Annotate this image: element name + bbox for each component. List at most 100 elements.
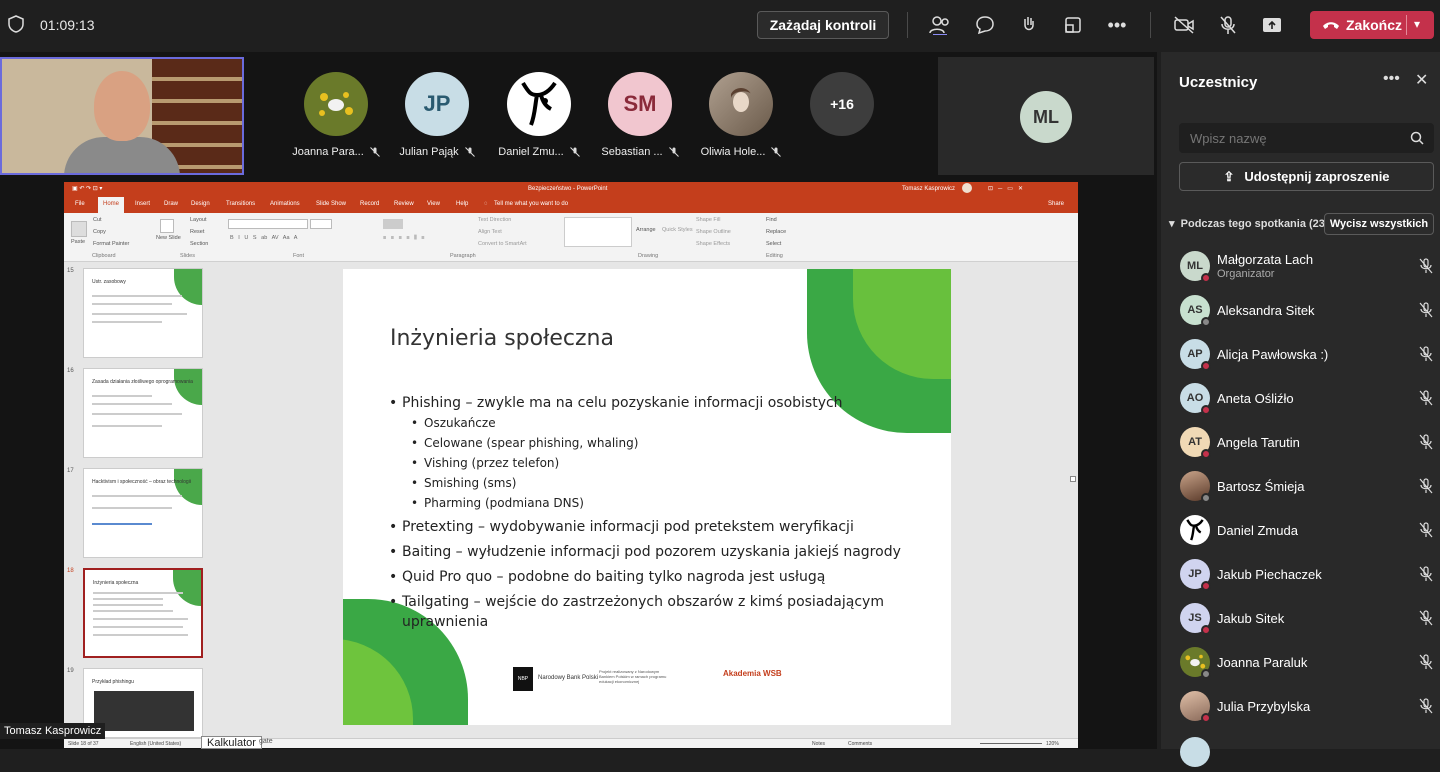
quick-access-icons[interactable]: ▣ ↶ ↷ ⊡ ▾	[72, 185, 102, 192]
align-text-button[interactable]: Align Text	[478, 229, 502, 235]
new-slide-button[interactable]: New Slide	[156, 235, 181, 241]
chevron-down-icon[interactable]: ▾	[1414, 17, 1420, 31]
mic-off-icon[interactable]	[1418, 434, 1434, 450]
section-header[interactable]: ▾ Podczas tego spotkania (23)	[1169, 217, 1329, 230]
participant-row[interactable]: AS Aleksandra Sitek	[1179, 290, 1434, 330]
tab-review[interactable]: Review	[394, 201, 414, 207]
clipboard-icon[interactable]	[71, 221, 87, 237]
search-input[interactable]	[1179, 123, 1399, 153]
mic-off-icon[interactable]	[1418, 522, 1434, 538]
participant-row[interactable]: Julia Przybylska	[1179, 686, 1434, 726]
mic-off-icon[interactable]	[1418, 698, 1434, 714]
tab-slide-show[interactable]: Slide Show	[316, 201, 346, 207]
tab-transitions[interactable]: Transitions	[226, 201, 255, 207]
paragraph-align-buttons[interactable]: ≡ ≡ ≡ ≡ ⫼ ≡	[383, 235, 425, 242]
participant-row[interactable]: Joanna Paraluk	[1179, 642, 1434, 682]
camera-off-icon[interactable]	[1171, 12, 1197, 38]
mic-off-icon[interactable]	[1418, 654, 1434, 670]
convert-smartart-button[interactable]: Convert to SmartArt	[478, 241, 527, 247]
search-icon[interactable]	[1410, 131, 1424, 145]
mic-off-icon[interactable]	[1215, 12, 1241, 38]
copy-button[interactable]: Copy	[93, 229, 106, 235]
current-slide[interactable]: Inżynieria społeczna Phishing – zwykle m…	[343, 269, 951, 725]
tab-design[interactable]: Design	[191, 201, 210, 207]
select-button[interactable]: Select	[766, 241, 781, 247]
participant-row[interactable]: AT Angela Tarutin	[1179, 422, 1434, 462]
mic-off-icon[interactable]	[1418, 302, 1434, 318]
mic-off-icon[interactable]	[1418, 566, 1434, 582]
slide-thumbnail[interactable]: Hacktivism i społeczność – obraz technol…	[83, 468, 203, 558]
zoom-slider[interactable]	[980, 743, 1042, 744]
participant-row[interactable]: AP Alicja Pawłowska :)	[1179, 334, 1434, 374]
participant-tile[interactable]: SM Sebastian ...	[590, 72, 690, 158]
shape-outline-button[interactable]: Shape Outline	[696, 229, 731, 235]
share-invite-button[interactable]: ⇪ Udostępnij zaproszenie	[1179, 162, 1434, 191]
font-name-input[interactable]	[228, 219, 308, 229]
tell-me-search[interactable]: Tell me what you want to do	[494, 201, 568, 207]
comments-button[interactable]: Comments	[848, 741, 872, 747]
request-control-button[interactable]: Zażądaj kontroli	[757, 11, 889, 39]
leave-button[interactable]: Zakończ ▾	[1310, 11, 1434, 39]
close-icon[interactable]: ✕	[1415, 70, 1428, 90]
more-options-icon[interactable]: •••	[1104, 12, 1130, 38]
replace-button[interactable]: Replace	[766, 229, 786, 235]
people-icon[interactable]	[927, 12, 953, 38]
section-button[interactable]: Section	[190, 241, 208, 247]
cut-button[interactable]: Cut	[93, 217, 102, 223]
share-button[interactable]: Share	[1048, 201, 1064, 207]
language-indicator[interactable]: English (United States)	[130, 741, 181, 747]
participant-row[interactable]: AO Aneta Ośliźło	[1179, 378, 1434, 418]
slide-thumbnail[interactable]: Zasada działania złośliwego oprogramowan…	[83, 368, 203, 458]
tab-draw[interactable]: Draw	[164, 201, 178, 207]
participant-row[interactable]: Bartosz Śmieja	[1179, 466, 1434, 506]
participant-tile[interactable]: JP Julian Pająk	[387, 72, 487, 158]
tab-file[interactable]: File	[75, 201, 85, 207]
tab-view[interactable]: View	[427, 201, 440, 207]
more-participants[interactable]: +16	[792, 72, 892, 136]
shape-effects-button[interactable]: Shape Effects	[696, 241, 730, 247]
ppt-user-avatar[interactable]	[962, 183, 972, 193]
arrange-button[interactable]: Arrange	[636, 227, 656, 233]
reset-button[interactable]: Reset	[190, 229, 204, 235]
share-screen-icon[interactable]	[1259, 12, 1285, 38]
slide-thumbnail[interactable]: Ustr. zasobowy	[83, 268, 203, 358]
participant-row-partial[interactable]	[1179, 732, 1434, 772]
tab-help[interactable]: Help	[456, 201, 468, 207]
more-options-icon[interactable]: •••	[1383, 70, 1400, 88]
mic-off-icon[interactable]	[1418, 346, 1434, 362]
tab-home[interactable]: Home	[98, 197, 125, 213]
font-format-buttons[interactable]: B I U S ab AV Aa A	[230, 235, 297, 241]
mic-off-icon[interactable]	[1418, 258, 1434, 274]
font-size-input[interactable]	[310, 219, 332, 229]
ppt-window-controls[interactable]: ⊡ ─ ▭ ✕	[988, 185, 1023, 192]
scroll-handle[interactable]	[1070, 476, 1076, 482]
tab-record[interactable]: Record	[360, 201, 379, 207]
shape-fill-button[interactable]: Shape Fill	[696, 217, 720, 223]
participant-tile-ml[interactable]: ML	[938, 57, 1154, 175]
text-direction-button[interactable]: Text Direction	[478, 217, 511, 223]
shapes-gallery[interactable]	[564, 217, 632, 247]
rooms-icon[interactable]	[1060, 12, 1086, 38]
format-painter-button[interactable]: Format Painter	[93, 241, 129, 247]
participant-row[interactable]: ML Małgorzata Lach Organizator	[1179, 246, 1434, 286]
presenter-video[interactable]	[0, 57, 244, 175]
participant-tile[interactable]: Oliwia Hole...	[691, 72, 791, 158]
tab-animations[interactable]: Animations	[270, 201, 300, 207]
mic-off-icon[interactable]	[1418, 610, 1434, 626]
new-slide-icon[interactable]	[160, 219, 174, 233]
participant-tile[interactable]: Joanna Para...	[286, 72, 386, 158]
mic-off-icon[interactable]	[1418, 390, 1434, 406]
participant-tile[interactable]: Daniel Zmu...	[489, 72, 589, 158]
bullets-button[interactable]	[383, 219, 403, 229]
slide-thumbnail-selected[interactable]: Inżynieria społeczna	[83, 568, 203, 658]
layout-button[interactable]: Layout	[190, 217, 207, 223]
participant-row[interactable]: JS Jakub Sitek	[1179, 598, 1434, 638]
quick-styles-button[interactable]: Quick Styles	[662, 227, 693, 233]
participant-row[interactable]: Daniel Zmuda	[1179, 510, 1434, 550]
paste-button[interactable]: Paste	[71, 239, 85, 245]
zoom-level[interactable]: 120%	[1046, 741, 1059, 747]
find-button[interactable]: Find	[766, 217, 777, 223]
chat-icon[interactable]	[972, 12, 998, 38]
participant-row[interactable]: JP Jakub Piechaczek	[1179, 554, 1434, 594]
tab-insert[interactable]: Insert	[135, 201, 150, 207]
